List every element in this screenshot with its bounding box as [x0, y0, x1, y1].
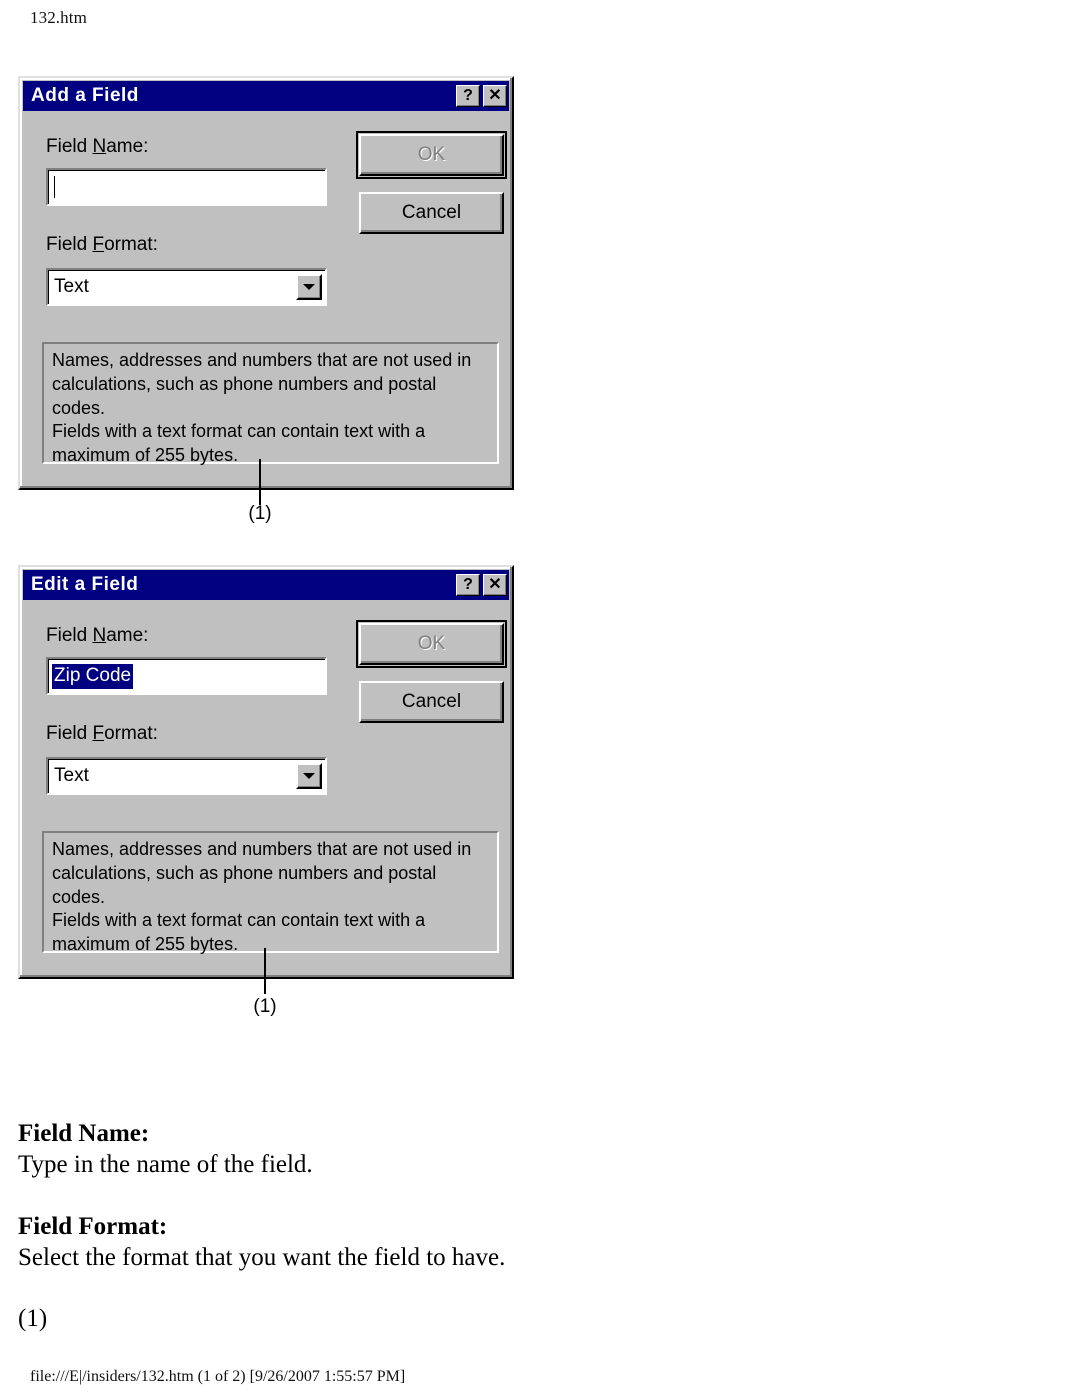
field-format-select[interactable]: Text: [46, 268, 327, 306]
format-description: Names, addresses and numbers that are no…: [42, 342, 499, 465]
ok-button[interactable]: OK: [356, 131, 507, 179]
field-format-label: Field Format:: [46, 234, 158, 255]
cancel-button[interactable]: Cancel: [359, 192, 504, 234]
field-format-body: Select the format that you want the fiel…: [18, 1244, 506, 1271]
field-format-value: Text: [54, 276, 89, 297]
cancel-button[interactable]: Cancel: [359, 681, 504, 723]
help-icon[interactable]: ?: [456, 85, 480, 107]
callout-leader-line-1: [259, 459, 261, 505]
add-a-field-dialog: Add a Field ? ✕ Field Name: Field Format…: [18, 76, 514, 490]
titlebar-title: Add a Field: [31, 85, 139, 106]
callout-number-1: (1): [248, 503, 272, 524]
callout-leader-line-2: [264, 948, 266, 994]
field-format-value: Text: [54, 765, 89, 786]
text-caret: [54, 176, 55, 198]
chevron-down-icon[interactable]: [296, 763, 322, 789]
field-format-label: Field Format:: [46, 723, 158, 744]
field-format-heading: Field Format:: [18, 1213, 168, 1240]
field-name-body: Type in the name of the field.: [18, 1151, 313, 1178]
help-icon[interactable]: ?: [456, 574, 480, 596]
field-name-input[interactable]: Zip Code: [46, 657, 327, 695]
titlebar-button-group: ? ✕: [456, 85, 507, 107]
ok-button[interactable]: OK: [356, 620, 507, 668]
field-name-label: Field Name:: [46, 625, 149, 646]
page-footer-path: file:///E|/insiders/132.htm (1 of 2) [9/…: [30, 1368, 406, 1385]
field-name-label: Field Name:: [46, 136, 149, 157]
close-icon[interactable]: ✕: [483, 574, 507, 596]
callout-number-2: (1): [253, 996, 277, 1017]
titlebar-title: Edit a Field: [31, 574, 139, 595]
field-format-select[interactable]: Text: [46, 757, 327, 795]
edit-a-field-dialog: Edit a Field ? ✕ Field Name: Zip Code Fi…: [18, 565, 514, 979]
field-name-input[interactable]: [46, 168, 327, 206]
chevron-down-icon[interactable]: [296, 274, 322, 300]
titlebar-button-group: ? ✕: [456, 574, 507, 596]
field-name-value: Zip Code: [52, 663, 134, 689]
note-marker: (1): [18, 1305, 48, 1332]
close-icon[interactable]: ✕: [483, 85, 507, 107]
field-name-heading: Field Name:: [18, 1120, 150, 1147]
format-description: Names, addresses and numbers that are no…: [42, 831, 499, 954]
titlebar: Edit a Field ? ✕: [23, 570, 509, 600]
page-header-filename: 132.htm: [30, 8, 87, 27]
titlebar: Add a Field ? ✕: [23, 81, 509, 111]
